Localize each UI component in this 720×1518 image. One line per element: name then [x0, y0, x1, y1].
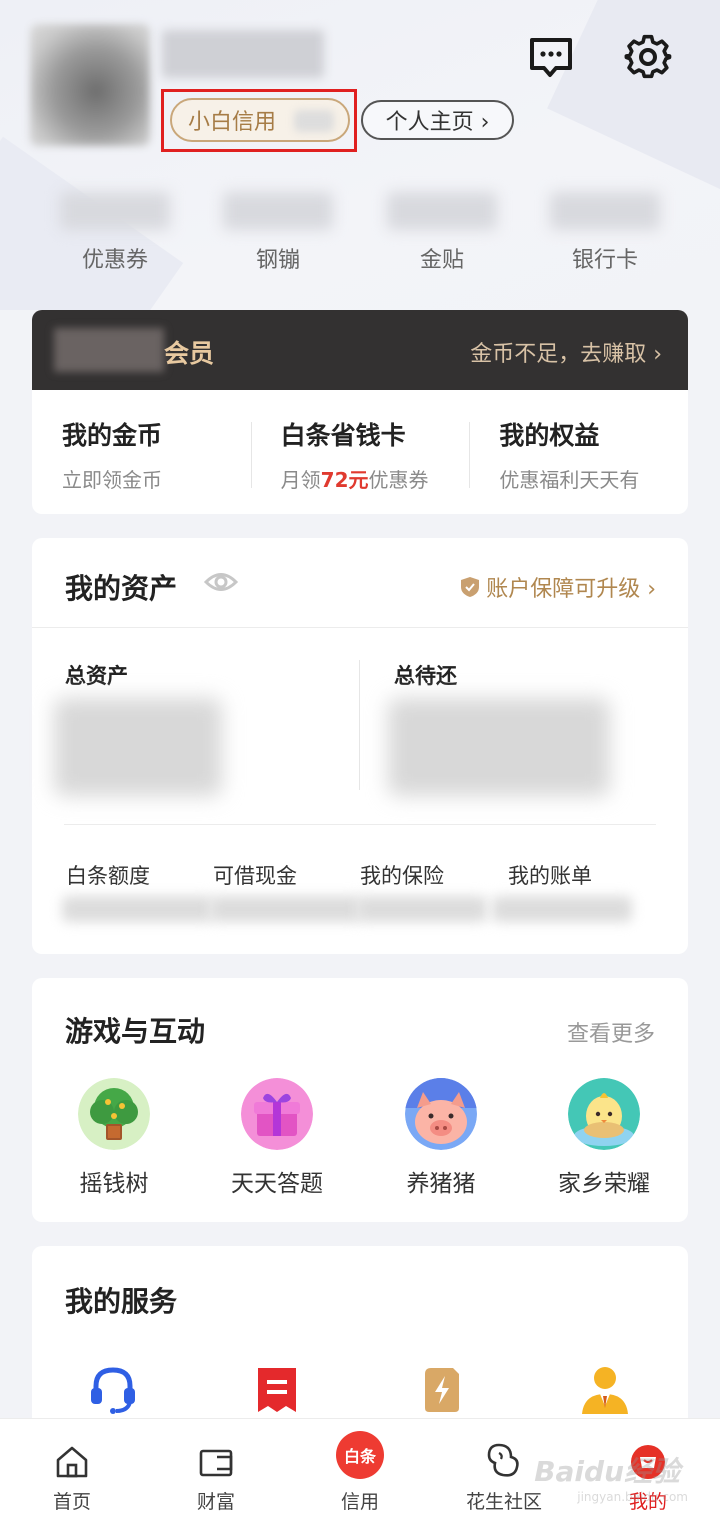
avatar[interactable] — [30, 24, 150, 146]
watermark-logo: Baidu经验 — [534, 1455, 680, 1488]
stat-gold-subsidy[interactable]: 金贴 — [377, 192, 507, 274]
total-assets-blurred[interactable] — [54, 698, 222, 796]
earn-coins-link[interactable]: 金币不足，去赚取 › — [470, 336, 662, 368]
member-level-blurred — [54, 328, 164, 372]
saving-card-sub: 月领72元优惠券 — [280, 468, 429, 492]
total-assets-label: 总资产 — [65, 664, 128, 688]
my-insurance-item[interactable]: 我的保险 — [360, 860, 444, 890]
stat-value-blurred — [60, 192, 170, 230]
profile-button[interactable]: 个人主页 › — [361, 100, 514, 140]
my-bills-item[interactable]: 我的账单 — [508, 860, 592, 890]
stat-coins[interactable]: 钢镚 — [213, 192, 343, 274]
sub-value-blurred — [357, 896, 487, 922]
stat-value-blurred — [223, 192, 333, 230]
shield-icon — [461, 577, 480, 597]
headset-icon[interactable] — [88, 1364, 138, 1414]
stat-label: 金贴 — [419, 248, 464, 273]
peanut-icon — [487, 1443, 519, 1477]
game-label: 天天答题 — [231, 1171, 323, 1197]
my-rights-sub: 优惠福利天天有 — [499, 468, 640, 492]
stat-label: 银行卡 — [571, 248, 638, 273]
my-coins-sub: 立即领金币 — [62, 468, 162, 492]
settings-gear-icon[interactable] — [624, 34, 672, 82]
pig-icon — [405, 1078, 477, 1150]
credit-label: 小白信用 — [188, 110, 277, 135]
game-label: 养猪猪 — [406, 1171, 476, 1197]
member-card: 会员 金币不足，去赚取 › 我的金币 立即领金币 白条省钱卡 月领72元优惠券 … — [32, 310, 688, 514]
games-title: 游戏与互动 — [65, 1015, 206, 1048]
stat-label: 钢镚 — [255, 248, 300, 273]
stat-value-blurred — [387, 192, 497, 230]
eye-icon[interactable] — [204, 568, 238, 596]
borrowable-cash-item[interactable]: 可借现金 — [213, 860, 297, 890]
account-security-link[interactable]: 账户保障可升级 › — [460, 571, 656, 603]
sub-value-blurred — [62, 896, 212, 922]
nav-label: 花生社区 — [465, 1491, 542, 1513]
game-money-tree[interactable]: 摇钱树 — [44, 1078, 184, 1198]
my-coins-item[interactable]: 我的金币 立即领金币 — [32, 416, 251, 514]
gift-box-icon — [241, 1078, 313, 1150]
chick-icon — [568, 1078, 640, 1150]
stat-coupons[interactable]: 优惠券 — [50, 192, 180, 274]
assets-title: 我的资产 — [65, 572, 178, 605]
message-icon[interactable] — [528, 36, 574, 80]
wallet-icon — [199, 1449, 233, 1477]
power-card-icon[interactable] — [417, 1364, 467, 1414]
credit-score-button[interactable]: 小白信用 — [170, 98, 350, 142]
game-label: 家乡荣耀 — [558, 1171, 650, 1197]
stat-label: 优惠券 — [81, 248, 148, 273]
bill-icon[interactable] — [252, 1364, 302, 1414]
sub-value-blurred — [210, 896, 360, 922]
member-header[interactable]: 会员 金币不足，去赚取 › — [32, 310, 688, 390]
stat-bank-cards[interactable]: 银行卡 — [540, 192, 670, 274]
my-coins-title: 我的金币 — [62, 421, 163, 450]
services-card: 我的服务 — [32, 1246, 688, 1446]
my-rights-title: 我的权益 — [499, 421, 600, 450]
sub-value-blurred — [492, 896, 632, 922]
nav-home[interactable]: 首页 — [0, 1419, 144, 1518]
game-raise-pig[interactable]: 养猪猪 — [371, 1078, 511, 1198]
assets-card: 我的资产 账户保障可升级 › 总资产 总待还 白条额度 可借现金 我的保险 我的… — [32, 538, 688, 954]
my-rights-item[interactable]: 我的权益 优惠福利天天有 — [469, 416, 688, 514]
game-hometown-glory[interactable]: 家乡荣耀 — [534, 1078, 674, 1198]
nav-label: 信用 — [340, 1491, 379, 1513]
game-label: 摇钱树 — [79, 1171, 149, 1197]
member-title: 会员 — [164, 339, 215, 368]
money-tree-icon — [78, 1078, 150, 1150]
watermark-url: jingyan.baidu.com — [577, 1490, 688, 1504]
baitiao-limit-item[interactable]: 白条额度 — [66, 860, 150, 890]
saving-card-title: 白条省钱卡 — [280, 421, 406, 450]
total-due-label: 总待还 — [394, 664, 457, 688]
services-title: 我的服务 — [65, 1285, 178, 1318]
profile-label: 个人主页 › — [385, 110, 490, 135]
agent-icon[interactable] — [580, 1364, 630, 1414]
games-more-link[interactable]: 查看更多 — [567, 1016, 655, 1048]
nav-label: 财富 — [196, 1491, 235, 1513]
games-card: 游戏与互动 查看更多 摇钱树 天天答题 养猪猪 家乡荣耀 — [32, 978, 688, 1222]
saving-card-item[interactable]: 白条省钱卡 月领72元优惠券 — [250, 416, 470, 514]
game-daily-quiz[interactable]: 天天答题 — [207, 1078, 347, 1198]
baitiao-icon: 白条 — [336, 1431, 384, 1479]
nav-credit[interactable]: 白条 信用 — [288, 1419, 432, 1518]
account-security-text: 账户保障可升级 › — [486, 577, 656, 602]
username-blurred — [162, 30, 324, 78]
home-icon — [56, 1446, 88, 1478]
total-due-blurred[interactable] — [388, 698, 610, 796]
stat-value-blurred — [550, 192, 660, 230]
nav-wealth[interactable]: 财富 — [144, 1419, 288, 1518]
nav-label: 首页 — [52, 1491, 91, 1513]
credit-score-blurred — [294, 110, 334, 132]
